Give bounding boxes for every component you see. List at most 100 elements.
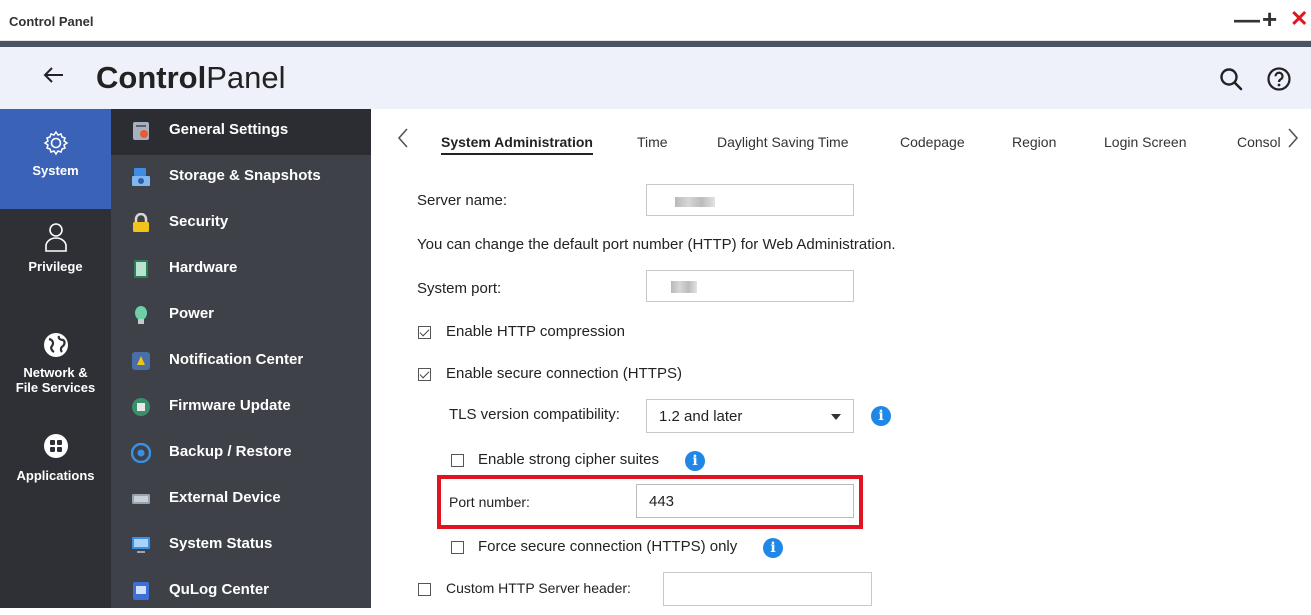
- page-header: ControlPanel: [0, 47, 1311, 109]
- subnav-item-security[interactable]: Security: [111, 201, 371, 247]
- subnav-label: Firmware Update: [169, 397, 291, 414]
- firmware-icon: [132, 398, 150, 416]
- force-https-checkbox[interactable]: [451, 541, 464, 554]
- nav-item-applications-label: Applications: [16, 468, 95, 483]
- sub-nav: General Settings Storage & Snapshots Sec…: [111, 109, 371, 608]
- tab-bar: System Administration Time Daylight Savi…: [371, 109, 1311, 157]
- user-icon: [44, 223, 67, 252]
- subnav-label: Backup / Restore: [169, 443, 292, 460]
- subnav-label: Notification Center: [169, 351, 304, 368]
- notification-icon: [132, 352, 150, 370]
- force-https-info-icon[interactable]: i: [763, 538, 783, 558]
- redacted-value: [675, 197, 715, 207]
- nav-item-privilege[interactable]: Privilege: [0, 221, 111, 291]
- window-titlebar: Control Panel — + ✕: [0, 0, 1311, 41]
- subnav-label: System Status: [169, 535, 273, 552]
- strong-cipher-checkbox[interactable]: [451, 454, 464, 467]
- external-device-icon: [132, 494, 150, 504]
- minimize-button[interactable]: —: [1234, 6, 1260, 32]
- custom-header-field[interactable]: [663, 572, 872, 606]
- storage-icon: [132, 168, 150, 186]
- monitor-icon: [132, 537, 150, 553]
- tls-info-icon[interactable]: i: [871, 406, 891, 426]
- page-title-rest: Panel: [206, 60, 286, 95]
- force-https-label: Force secure connection (HTTPS) only: [478, 538, 738, 555]
- subnav-label: Hardware: [169, 259, 238, 276]
- gear-icon: [43, 130, 68, 156]
- nav-item-system[interactable]: System: [0, 109, 111, 209]
- server-name-label: Server name:: [417, 192, 508, 209]
- tls-version-select[interactable]: 1.2 and later: [646, 399, 854, 433]
- server-name-field[interactable]: [646, 184, 854, 216]
- port-hint-text: You can change the default port number (…: [417, 236, 896, 253]
- custom-header-checkbox[interactable]: [418, 583, 431, 596]
- content-panel: System Administration Time Daylight Savi…: [371, 109, 1311, 608]
- tab-system-administration[interactable]: System Administration: [441, 134, 593, 155]
- subnav-item-qulog-center[interactable]: QuLog Center: [111, 569, 371, 615]
- system-port-field[interactable]: [646, 270, 854, 302]
- subnav-label: QuLog Center: [169, 581, 269, 598]
- nav-item-system-label: System: [32, 163, 79, 178]
- redacted-value: [671, 281, 697, 293]
- search-icon[interactable]: [1218, 66, 1244, 92]
- https-label: Enable secure connection (HTTPS): [446, 365, 682, 382]
- tab-console[interactable]: Consol: [1237, 134, 1281, 150]
- subnav-item-system-status[interactable]: System Status: [111, 523, 371, 569]
- page-title: ControlPanel: [96, 60, 286, 96]
- settings-icon: [133, 122, 149, 140]
- hardware-icon: [134, 260, 148, 278]
- tab-region[interactable]: Region: [1012, 134, 1056, 150]
- subnav-item-firmware-update[interactable]: Firmware Update: [111, 385, 371, 431]
- chevron-down-icon: [831, 414, 841, 420]
- tab-login-screen[interactable]: Login Screen: [1104, 134, 1187, 150]
- port-number-value: 443: [649, 493, 675, 510]
- strong-cipher-info-icon[interactable]: i: [685, 451, 705, 471]
- subnav-label: External Device: [169, 489, 281, 506]
- subnav-item-power[interactable]: Power: [111, 293, 371, 339]
- subnav-label: Power: [169, 305, 215, 322]
- subnav-item-backup-restore[interactable]: Backup / Restore: [111, 431, 371, 477]
- globe-icon: [43, 333, 68, 357]
- tab-scroll-left-icon[interactable]: [397, 127, 409, 149]
- nav-item-network-label-line1: Network &: [23, 365, 88, 380]
- subnav-item-hardware[interactable]: Hardware: [111, 247, 371, 293]
- maximize-button[interactable]: +: [1262, 6, 1277, 32]
- close-button[interactable]: ✕: [1290, 6, 1308, 32]
- nav-item-network-label-line2: File Services: [15, 380, 96, 395]
- strong-cipher-label: Enable strong cipher suites: [478, 451, 659, 468]
- https-checkbox[interactable]: [418, 368, 431, 381]
- custom-header-label: Custom HTTP Server header:: [446, 580, 631, 596]
- tab-codepage[interactable]: Codepage: [900, 134, 965, 150]
- backup-icon: [131, 443, 151, 463]
- lock-icon: [133, 213, 149, 232]
- nav-item-privilege-label: Privilege: [28, 259, 83, 274]
- power-icon: [135, 306, 147, 324]
- tls-version-label: TLS version compatibility:: [449, 406, 620, 423]
- system-port-label: System port:: [417, 280, 502, 297]
- arrow-left-icon: [43, 67, 63, 83]
- http-compression-checkbox[interactable]: [418, 326, 431, 339]
- tls-version-value: 1.2 and later: [659, 408, 743, 425]
- tab-daylight-saving-time[interactable]: Daylight Saving Time: [717, 134, 849, 150]
- main-nav: System Privilege Network & File Services…: [0, 109, 111, 608]
- log-icon: [133, 582, 149, 600]
- subnav-label: General Settings: [169, 121, 289, 138]
- nav-item-applications[interactable]: Applications: [0, 432, 111, 502]
- http-compression-label: Enable HTTP compression: [446, 323, 625, 340]
- subnav-item-general-settings[interactable]: General Settings: [111, 109, 371, 155]
- tab-scroll-right-icon[interactable]: [1287, 127, 1299, 149]
- port-number-label: Port number:: [449, 494, 530, 510]
- grid-icon: [43, 434, 68, 458]
- subnav-item-external-device[interactable]: External Device: [111, 477, 371, 523]
- subnav-item-notification-center[interactable]: Notification Center: [111, 339, 371, 385]
- help-icon[interactable]: [1266, 66, 1292, 92]
- window-title: Control Panel: [9, 14, 94, 29]
- nav-item-network[interactable]: Network & File Services: [0, 331, 111, 411]
- subnav-item-storage[interactable]: Storage & Snapshots: [111, 155, 371, 201]
- back-button[interactable]: [42, 63, 66, 92]
- subnav-label: Storage & Snapshots: [169, 167, 321, 184]
- subnav-label: Security: [169, 213, 229, 230]
- page-title-bold: Control: [96, 60, 207, 95]
- tab-time[interactable]: Time: [637, 134, 668, 150]
- port-number-field[interactable]: 443: [636, 484, 854, 518]
